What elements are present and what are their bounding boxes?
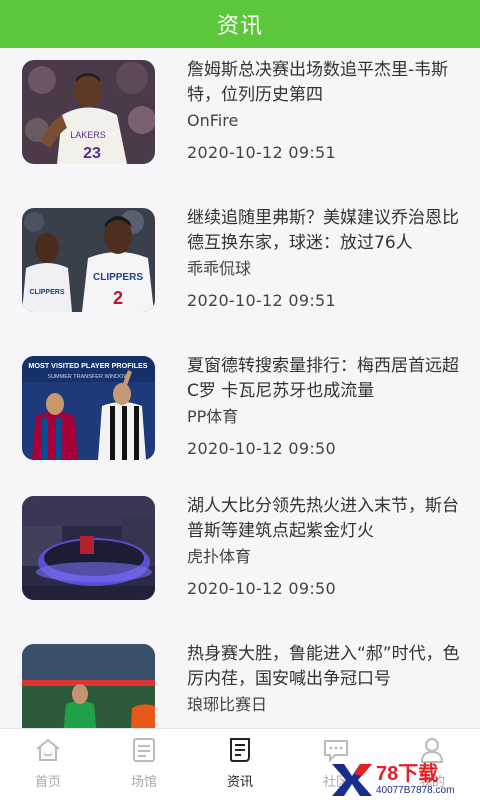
watermark-logo: 78下载 40077B7878.com [330,760,480,800]
page-header: 资讯 [0,0,480,48]
news-title[interactable]: 继续追随里弗斯？美媒建议乔治恩比德互换东家，球迷：放过76人 [187,206,462,256]
news-thumbnail [22,644,155,728]
arena-night-image [22,496,155,600]
jersey-team-left: CLIPPERS [29,289,64,296]
list-item[interactable]: CLIPPERS 2 CLIPPERS 继续追随里弗斯？美媒建议乔治恩比德互换东… [0,196,480,334]
page-title: 资讯 [216,14,263,39]
football-match-image [22,644,155,728]
news-source: 乖乖侃球 [187,259,252,278]
news-time: 2020-10-12 09:51 [187,291,336,310]
tab-venue[interactable]: 场馆 [96,729,192,800]
list-item[interactable]: 热身赛大胜，鲁能进入“郝”时代，色厉内荏，国安喊出争冠口号 琅琊比赛日 [0,632,480,728]
watermark-url: 40077B7878.com [376,785,455,796]
tab-news[interactable]: 资讯 [192,729,288,800]
tab-label: 资讯 [226,775,253,790]
graphic-headline: MOST VISITED PLAYER PROFILES [28,361,147,370]
tab-home[interactable]: 首页 [0,729,96,800]
watermark-title: 78下载 [376,763,439,785]
news-thumbnail [22,496,155,600]
jersey-number: 23 [83,145,101,162]
tab-label: 场馆 [130,775,157,790]
news-thumbnail: CLIPPERS 2 CLIPPERS [22,208,155,312]
graphic-subheadline: SUMMER TRANSFER WINDOW [47,374,129,380]
list-item[interactable]: MOST VISITED PLAYER PROFILES SUMMER TRAN… [0,344,480,482]
watermark-x-icon [332,764,372,796]
tab-label: 首页 [34,775,61,790]
news-title[interactable]: 詹姆斯总决赛出场数追平杰里-韦斯特，位列历史第四 [187,58,462,108]
news-title[interactable]: 夏窗德转搜索量排行：梅西居首远超C罗 卡瓦尼苏牙也成流量 [187,354,462,404]
list-item[interactable]: 湖人大比分领先热火进入末节，斯台普斯等建筑点起紫金灯火 虎扑体育 2020-10… [0,484,480,622]
news-time: 2020-10-12 09:50 [187,439,336,458]
jersey-number: 2 [113,288,123,308]
jersey-team: LAKERS [70,130,106,140]
news-thumbnail: MOST VISITED PLAYER PROFILES SUMMER TRAN… [22,356,155,460]
news-time: 2020-10-12 09:51 [187,143,336,162]
news-title[interactable]: 热身赛大胜，鲁能进入“郝”时代，色厉内荏，国安喊出争冠口号 [187,642,462,692]
news-list[interactable]: LAKERS 23 詹姆斯总决赛出场数追平杰里-韦斯特，位列历史第四 OnFir… [0,48,480,728]
jersey-team: CLIPPERS [93,272,143,283]
list-item[interactable]: LAKERS 23 詹姆斯总决赛出场数追平杰里-韦斯特，位列历史第四 OnFir… [0,48,480,186]
news-source: 琅琊比赛日 [187,695,268,714]
lakers-player-image: LAKERS 23 [22,60,155,164]
news-time: 2020-10-12 09:50 [187,579,336,598]
transfer-graphic-image: MOST VISITED PLAYER PROFILES SUMMER TRAN… [22,356,155,460]
news-source: OnFire [187,111,239,130]
news-title[interactable]: 湖人大比分领先热火进入末节，斯台普斯等建筑点起紫金灯火 [187,494,462,544]
news-icon [230,738,250,762]
home-icon [36,738,60,761]
news-source: 虎扑体育 [187,547,252,566]
venue-icon [133,738,155,762]
news-thumbnail: LAKERS 23 [22,60,155,164]
news-source: PP体育 [187,407,239,426]
clippers-players-image: CLIPPERS 2 CLIPPERS [22,208,155,312]
